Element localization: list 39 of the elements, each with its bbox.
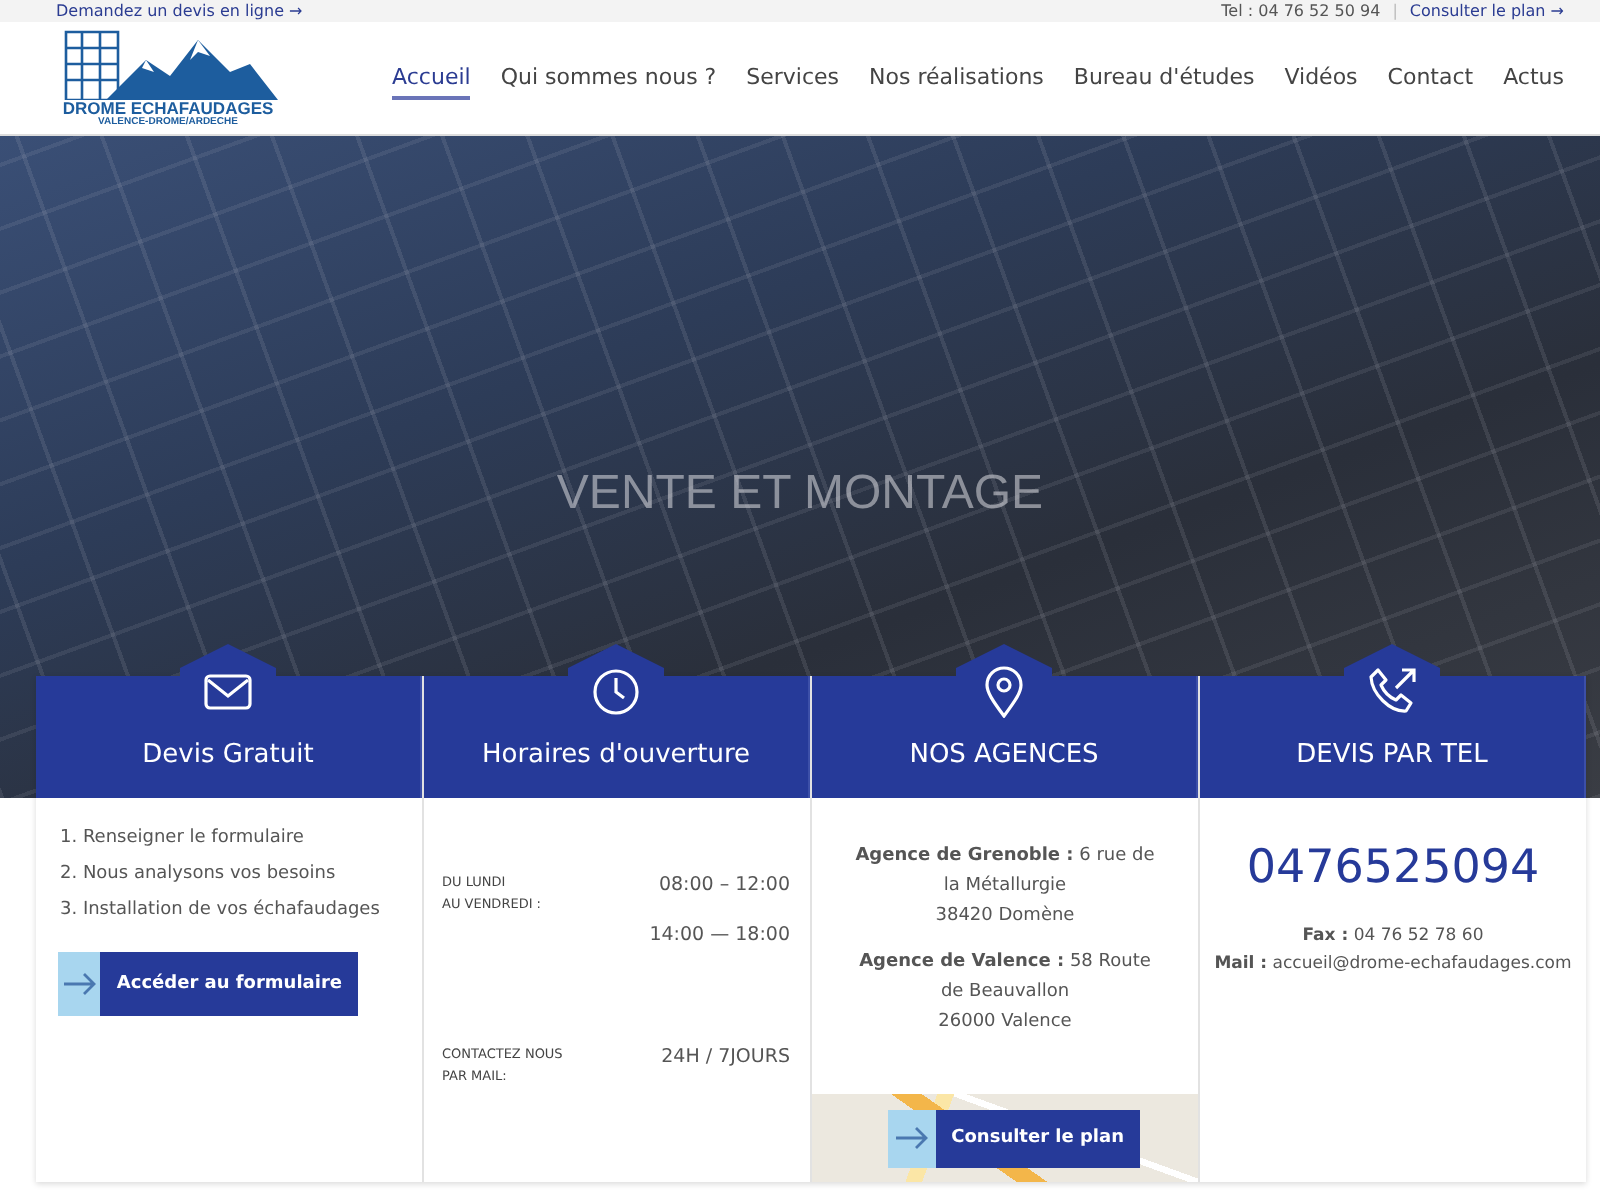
separator-text: | xyxy=(1392,2,1398,20)
nav-link[interactable]: Qui sommes nous ? xyxy=(500,57,717,99)
contact-text: Fax : 04 76 52 78 60 xyxy=(1300,924,1486,950)
step-text: 3. Installation de vos échafaudages xyxy=(60,900,382,920)
card-title: Devis Gratuit xyxy=(142,740,314,770)
nav-link[interactable]: Services xyxy=(746,57,840,99)
nav-link[interactable]: Vidéos xyxy=(1284,57,1358,99)
mail-icon xyxy=(204,674,252,710)
phone-text: Tel : 04 76 52 50 94 xyxy=(1221,2,1381,20)
arrow-right-icon xyxy=(893,1126,930,1150)
nav-link[interactable]: Nos réalisations xyxy=(869,57,1044,99)
nav-link[interactable]: Accueil xyxy=(392,57,471,99)
arrow-right-icon xyxy=(61,972,98,996)
map-link[interactable]: Consulter le plan → xyxy=(1409,2,1564,20)
hours-value: 08:00 – 12:00 xyxy=(658,874,790,896)
phone-number: 0476525094 xyxy=(1244,840,1542,898)
address-text: Agence de Grenoble : 6 rue de la Métallurgie xyxy=(853,844,1157,900)
step-text: 1. Renseigner le formulaire xyxy=(60,828,306,848)
card-title: NOS AGENCES xyxy=(909,740,1099,770)
phone-call-icon xyxy=(1366,666,1418,718)
hero-title: VENTE ET MONTAGE xyxy=(556,466,1044,524)
hours-value: 24H / 7JOURS xyxy=(661,1046,790,1068)
card-title: Horaires d'ouverture xyxy=(481,740,751,770)
logo-name: DROME ECHAFAUDAGES xyxy=(62,100,274,117)
address-text: 26000 Valence xyxy=(936,1010,1074,1036)
card-title: DEVIS PAR TEL xyxy=(1296,740,1488,770)
nav-link[interactable]: Bureau d'études xyxy=(1073,57,1255,99)
contact-text: Mail : accueil@drome-echafaudages.com xyxy=(1212,952,1574,978)
map-button[interactable]: Consulter le plan xyxy=(888,1109,1140,1167)
step-text: 2. Nous analysons vos besoins xyxy=(60,864,338,884)
form-button[interactable]: Accéder au formulaire xyxy=(58,952,358,1016)
address-text: 38420 Domène xyxy=(933,903,1077,930)
address-text: Agence de Valence : 58 Route de Beauvallon xyxy=(857,950,1153,1006)
nav-link[interactable]: Actus xyxy=(1503,57,1564,99)
hours-value: 14:00 — 18:00 xyxy=(649,924,790,946)
clock-icon xyxy=(592,668,640,716)
nav-link[interactable]: Contact xyxy=(1387,57,1474,99)
location-pin-icon xyxy=(984,666,1024,718)
quote-link[interactable]: Demandez un devis en ligne → xyxy=(56,2,303,20)
